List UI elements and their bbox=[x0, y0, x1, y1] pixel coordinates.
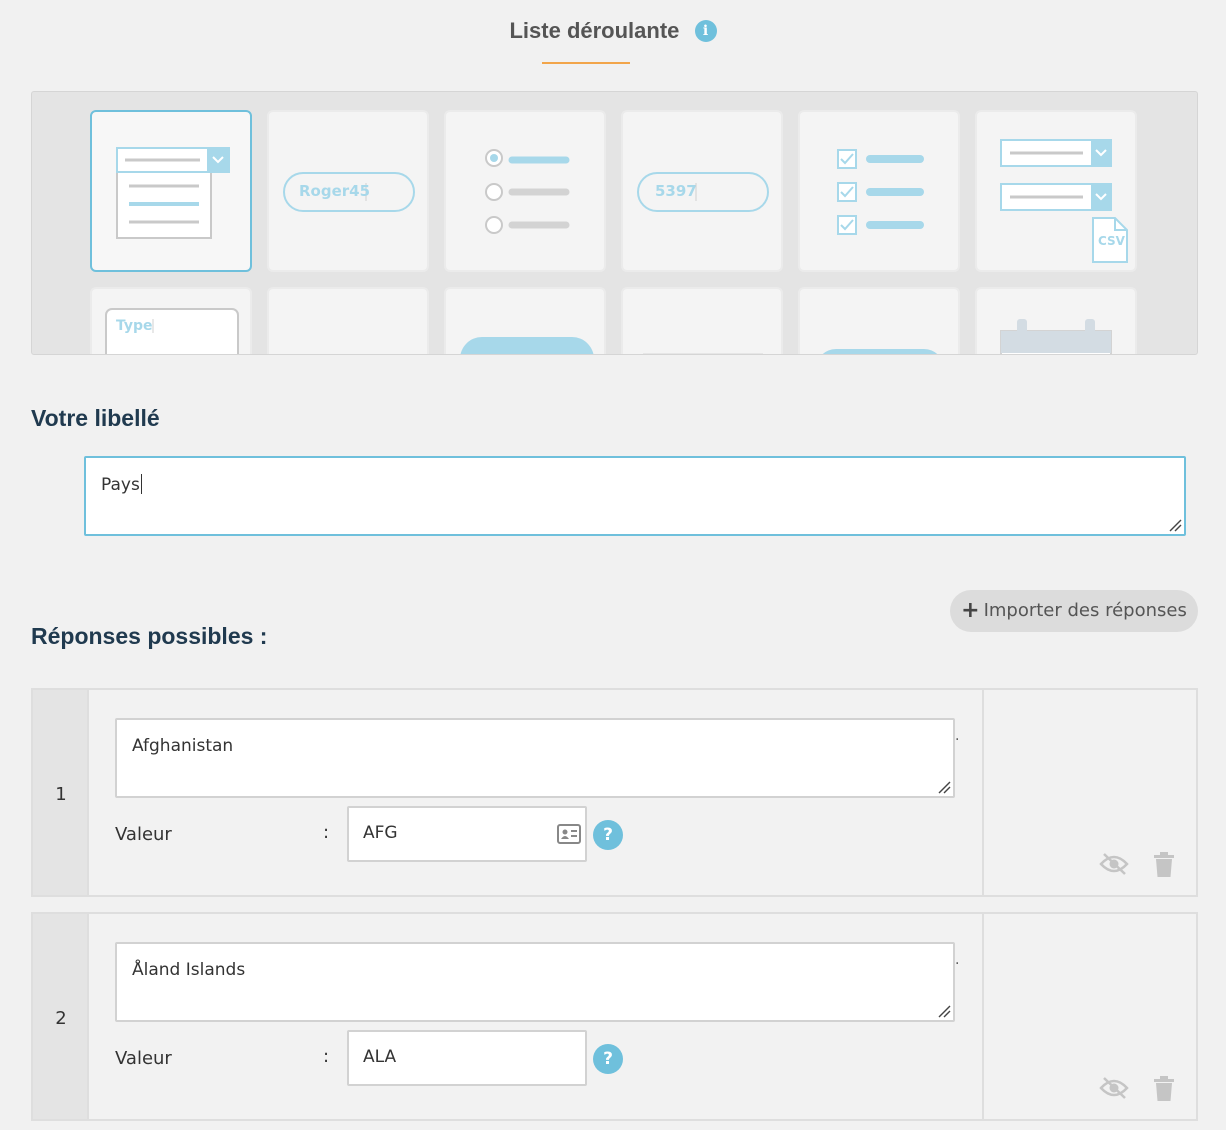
answer-number: 1 bbox=[55, 784, 67, 805]
tile-calendar[interactable] bbox=[975, 287, 1137, 354]
page-title: Liste déroulante bbox=[509, 18, 680, 43]
answer-dot: . bbox=[955, 952, 960, 968]
answer-dot: . bbox=[955, 728, 960, 744]
answer-number-column[interactable]: 2 bbox=[33, 914, 89, 1119]
tile-textarea[interactable]: Type bbox=[90, 287, 252, 354]
tile-blank-2-art bbox=[643, 353, 763, 354]
info-icon[interactable]: i bbox=[694, 20, 717, 42]
contact-card-icon[interactable] bbox=[557, 824, 581, 844]
tile-number-field[interactable]: 5397 bbox=[621, 110, 783, 272]
answer-text-input[interactable]: Åland Islands bbox=[115, 942, 955, 1022]
text-field-sample: Roger45 bbox=[299, 182, 371, 200]
value-label: Valeur bbox=[115, 1048, 172, 1069]
title-underline bbox=[542, 62, 630, 64]
linked-dropdowns-csv-icon bbox=[1000, 139, 1128, 263]
value-input-value: ALA bbox=[363, 1047, 397, 1067]
plus-icon: + bbox=[961, 598, 980, 623]
text-caret bbox=[140, 474, 142, 494]
tile-blank-2[interactable] bbox=[621, 287, 783, 354]
resize-grip-icon[interactable] bbox=[935, 1002, 951, 1018]
question-type-grid: Roger45 5397 CSV Type bbox=[31, 91, 1198, 355]
label-input-value: Pays bbox=[101, 475, 140, 495]
textarea-sample: Type bbox=[116, 318, 153, 334]
checkboxes-icon bbox=[837, 149, 924, 235]
value-input[interactable]: ALA bbox=[347, 1030, 587, 1086]
answer-text-input[interactable]: Afghanistan bbox=[115, 718, 955, 798]
tile-send-button[interactable] bbox=[444, 287, 606, 354]
page-header: Liste déroulante i bbox=[0, 18, 1226, 68]
tile-pill-button[interactable] bbox=[798, 287, 960, 354]
tile-radio-buttons[interactable] bbox=[444, 110, 606, 272]
eye-slash-icon[interactable] bbox=[1099, 1076, 1129, 1100]
answer-row-2: 2 Åland Islands . Valeur : ALA ? bbox=[31, 912, 1198, 1121]
import-answers-button[interactable]: + Importer des réponses bbox=[950, 590, 1198, 632]
radio-buttons-icon bbox=[485, 149, 570, 234]
eye-slash-icon[interactable] bbox=[1099, 852, 1129, 876]
resize-grip-icon[interactable] bbox=[1166, 516, 1182, 532]
tile-blank[interactable] bbox=[267, 287, 429, 354]
resize-grip-icon[interactable] bbox=[935, 778, 951, 794]
answers-section-title: Réponses possibles : bbox=[31, 623, 268, 649]
value-input[interactable]: AFG bbox=[347, 806, 587, 862]
csv-label: CSV bbox=[1098, 234, 1125, 248]
tile-dropdown-list[interactable] bbox=[90, 110, 252, 272]
value-input-value: AFG bbox=[363, 823, 398, 843]
tile-linked-dropdowns[interactable]: CSV bbox=[975, 110, 1137, 272]
answer-number: 2 bbox=[55, 1008, 67, 1029]
value-label: Valeur bbox=[115, 824, 172, 845]
value-colon: : bbox=[323, 822, 330, 843]
label-section-title: Votre libellé bbox=[31, 405, 160, 431]
pill-button-icon bbox=[822, 349, 938, 354]
help-icon[interactable]: ? bbox=[593, 1044, 623, 1074]
import-answers-label: Importer des réponses bbox=[983, 600, 1187, 621]
calendar-icon bbox=[1000, 319, 1112, 354]
trash-icon[interactable] bbox=[1153, 1076, 1175, 1102]
tile-text-field[interactable]: Roger45 bbox=[267, 110, 429, 272]
send-button-icon bbox=[460, 337, 594, 354]
answer-row-1: 1 Afghanistan . Valeur : AFG ? bbox=[31, 688, 1198, 897]
label-input[interactable]: Pays bbox=[84, 456, 1186, 536]
answer-text-value: Afghanistan bbox=[132, 736, 234, 756]
answer-number-column[interactable]: 1 bbox=[33, 690, 89, 895]
value-colon: : bbox=[323, 1046, 330, 1067]
trash-icon[interactable] bbox=[1153, 852, 1175, 878]
help-icon[interactable]: ? bbox=[593, 820, 623, 850]
dropdown-list-icon bbox=[116, 147, 230, 239]
answer-text-value: Åland Islands bbox=[132, 960, 246, 980]
tile-checkboxes[interactable] bbox=[798, 110, 960, 272]
number-field-icon bbox=[637, 172, 769, 212]
number-field-sample: 5397 bbox=[655, 182, 697, 200]
